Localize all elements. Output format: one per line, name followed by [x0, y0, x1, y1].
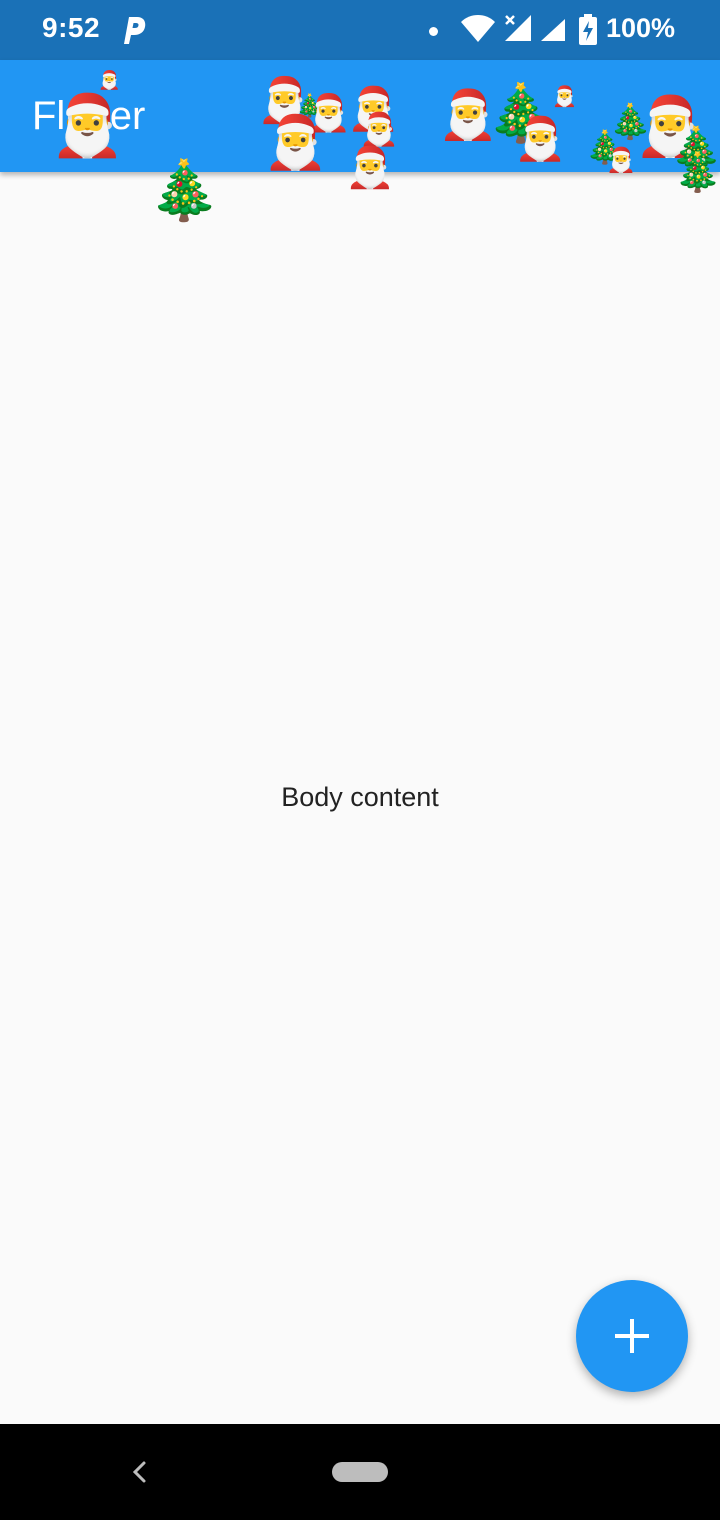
battery-charging-icon	[579, 14, 597, 45]
battery-percentage: 100%	[606, 13, 676, 43]
parking-app-icon	[124, 17, 146, 44]
add-fab-button[interactable]	[576, 1280, 688, 1392]
signal-icon	[541, 19, 565, 41]
wifi-icon	[461, 15, 495, 42]
status-time: 9:52	[42, 12, 101, 43]
plus-icon	[615, 1319, 649, 1353]
back-icon[interactable]	[126, 1458, 152, 1486]
app-bar: Flutter	[0, 60, 720, 172]
status-bar: 9:52 100%	[0, 0, 720, 60]
screen: 9:52 100% Flutter 🎅 🎅 🎅 🎄 🎅 🎅 🎅 🎅 🎅 🎅 🎄 …	[0, 0, 720, 1520]
home-pill-button[interactable]	[332, 1462, 388, 1482]
system-nav-bar	[0, 1424, 720, 1520]
body-content-text: Body content	[281, 782, 439, 812]
signal-no-data-icon	[505, 15, 531, 41]
notification-dot-icon	[429, 27, 438, 36]
app-bar-title: Flutter	[32, 94, 146, 138]
